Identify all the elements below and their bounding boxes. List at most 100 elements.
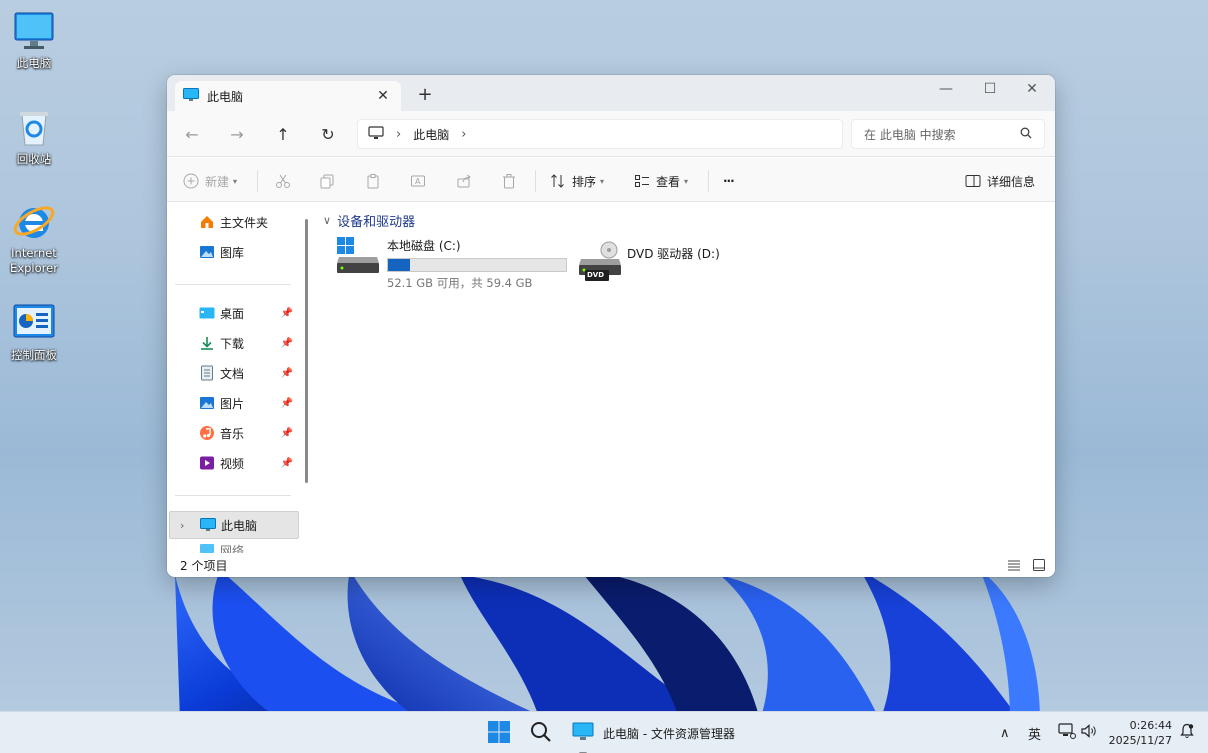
sidebar-scrollbar[interactable]: [305, 219, 308, 483]
sort-button[interactable]: 排序 ▾: [549, 170, 604, 192]
clock-time: 0:26:44: [1129, 719, 1172, 732]
group-header-devices[interactable]: ∨ 设备和驱动器: [323, 211, 415, 230]
ime-indicator[interactable]: 英: [1028, 712, 1041, 753]
drive-name: 本地磁盘 (C:): [387, 239, 461, 253]
dvd-badge: DVD: [587, 271, 605, 279]
trash-icon: [500, 172, 518, 190]
chevron-up-icon: ∧: [1000, 725, 1010, 741]
document-icon: [199, 365, 215, 381]
new-label: 新建: [205, 174, 230, 189]
pin-icon[interactable]: 📌: [281, 428, 293, 439]
minimize-button[interactable]: —: [923, 75, 969, 103]
view-label: 查看: [656, 174, 681, 189]
cut-button[interactable]: [274, 170, 297, 192]
pin-icon[interactable]: 📌: [281, 398, 293, 409]
desktop-icon-this-pc[interactable]: 此电脑: [1, 8, 67, 71]
back-button[interactable]: ←: [177, 122, 207, 146]
breadcrumb-chevron[interactable]: ›: [461, 127, 466, 142]
home-icon: [199, 214, 215, 230]
desktop-icon-ie[interactable]: Internet Explorer: [1, 198, 67, 276]
tray-overflow-button[interactable]: ∧: [1000, 712, 1010, 753]
volume-button[interactable]: [1081, 712, 1099, 753]
search-box[interactable]: 在 此电脑 中搜索: [851, 119, 1045, 149]
pin-icon[interactable]: 📌: [281, 368, 293, 379]
desktop-icon-label: 此电脑: [16, 56, 52, 70]
search-button[interactable]: [530, 712, 552, 753]
details-pane-icon: [964, 172, 982, 190]
desktop-icon-recycle-bin[interactable]: 回收站: [1, 104, 67, 167]
recycle-bin-icon: [11, 104, 57, 150]
sidebar-item-videos[interactable]: 视频 📌: [169, 449, 299, 477]
details-pane-button[interactable]: 详细信息: [964, 170, 1035, 192]
toolbar-divider: [535, 170, 536, 192]
drive-free-space: 52.1 GB 可用，共 59.4 GB: [387, 276, 533, 290]
sidebar-item-desktop[interactable]: 桌面 📌: [169, 299, 299, 327]
drive-usage-bar: [387, 258, 567, 272]
sidebar-item-music[interactable]: 音乐 📌: [169, 419, 299, 447]
paste-button[interactable]: [364, 170, 387, 192]
breadcrumb-this-pc[interactable]: 此电脑: [413, 126, 449, 143]
start-button[interactable]: [487, 712, 511, 753]
chevron-right-icon[interactable]: ›: [180, 519, 184, 532]
sidebar-item-gallery[interactable]: 图库: [169, 238, 299, 266]
toolbar-divider: [708, 170, 709, 192]
more-options-button[interactable]: ···: [723, 170, 735, 192]
view-button[interactable]: 查看 ▾: [633, 170, 688, 192]
clock[interactable]: 0:26:44 2025/11/27: [1109, 718, 1172, 748]
command-bar: 新建 ▾ A 排序 ▾ 查看 ▾ ··· 详细信息: [167, 158, 1055, 202]
navigation-pane: 主文件夹 图库 桌面 📌 下载 📌 文档 📌 图片 📌 音乐 📌 视频 📌 › …: [167, 203, 309, 553]
sidebar-divider: [175, 284, 291, 285]
copy-button[interactable]: [318, 170, 341, 192]
item-count: 2 个项目: [180, 558, 228, 573]
address-bar[interactable]: › 此电脑 ›: [357, 119, 843, 149]
taskbar-app-file-explorer[interactable]: 此电脑 - 文件资源管理器: [572, 712, 735, 753]
sidebar-item-network[interactable]: 网络: [169, 543, 299, 553]
pin-icon[interactable]: 📌: [281, 458, 293, 469]
svg-text:A: A: [415, 177, 421, 186]
computer-icon: [572, 721, 594, 753]
delete-button[interactable]: [500, 170, 523, 192]
speaker-icon: [1081, 723, 1099, 743]
notification-button[interactable]: [1180, 712, 1194, 753]
sidebar-item-label: 视频: [220, 456, 245, 471]
taskbar-app-label: 此电脑 - 文件资源管理器: [603, 726, 735, 741]
breadcrumb-chevron[interactable]: ›: [396, 127, 401, 142]
up-button[interactable]: ↑: [268, 122, 298, 146]
tab-close-button[interactable]: ✕: [373, 88, 393, 104]
forward-button[interactable]: →: [222, 122, 252, 146]
maximize-button[interactable]: ☐: [967, 75, 1013, 103]
sidebar-item-label: 桌面: [220, 306, 245, 321]
close-button[interactable]: ✕: [1009, 75, 1055, 103]
status-bar: 2 个项目: [167, 553, 1055, 577]
sidebar-item-home[interactable]: 主文件夹: [169, 208, 299, 236]
scissors-icon: [274, 172, 292, 190]
pin-icon[interactable]: 📌: [281, 338, 293, 349]
gallery-icon: [199, 244, 215, 260]
share-button[interactable]: [455, 170, 478, 192]
refresh-button[interactable]: ↻: [313, 122, 343, 146]
sidebar-item-this-pc[interactable]: › 此电脑: [169, 511, 299, 539]
search-placeholder: 在 此电脑 中搜索: [864, 127, 956, 142]
details-view-icon[interactable]: [1007, 558, 1021, 572]
network-button[interactable]: [1058, 712, 1076, 753]
sidebar-item-label: 音乐: [220, 426, 245, 441]
desktop-icon-control-panel[interactable]: 控制面板: [1, 300, 67, 363]
new-tab-button[interactable]: +: [414, 84, 436, 106]
control-panel-icon: [11, 300, 57, 346]
drive-item-c[interactable]: 本地磁盘 (C:) 52.1 GB 可用，共 59.4 GB: [337, 237, 567, 291]
new-button[interactable]: 新建 ▾: [182, 170, 237, 192]
download-icon: [199, 335, 215, 351]
drive-item-d[interactable]: DVD DVD 驱动器 (D:): [579, 241, 720, 283]
tiles-view-icon[interactable]: [1032, 558, 1046, 572]
sidebar-item-documents[interactable]: 文档 📌: [169, 359, 299, 387]
rename-button[interactable]: A: [409, 170, 432, 192]
sidebar-item-downloads[interactable]: 下载 📌: [169, 329, 299, 357]
tab-this-pc[interactable]: 此电脑 ✕: [175, 81, 401, 111]
file-list: ∨ 设备和驱动器 本地磁盘 (C:) 52.1 GB 可用，共 59.4 GB …: [315, 203, 1055, 551]
computer-icon: [183, 87, 199, 105]
desktop-icon-label: 控制面板: [11, 348, 57, 362]
pin-icon[interactable]: 📌: [281, 308, 293, 319]
sidebar-item-pictures[interactable]: 图片 📌: [169, 389, 299, 417]
search-icon: [530, 721, 552, 746]
sort-label: 排序: [572, 174, 597, 189]
